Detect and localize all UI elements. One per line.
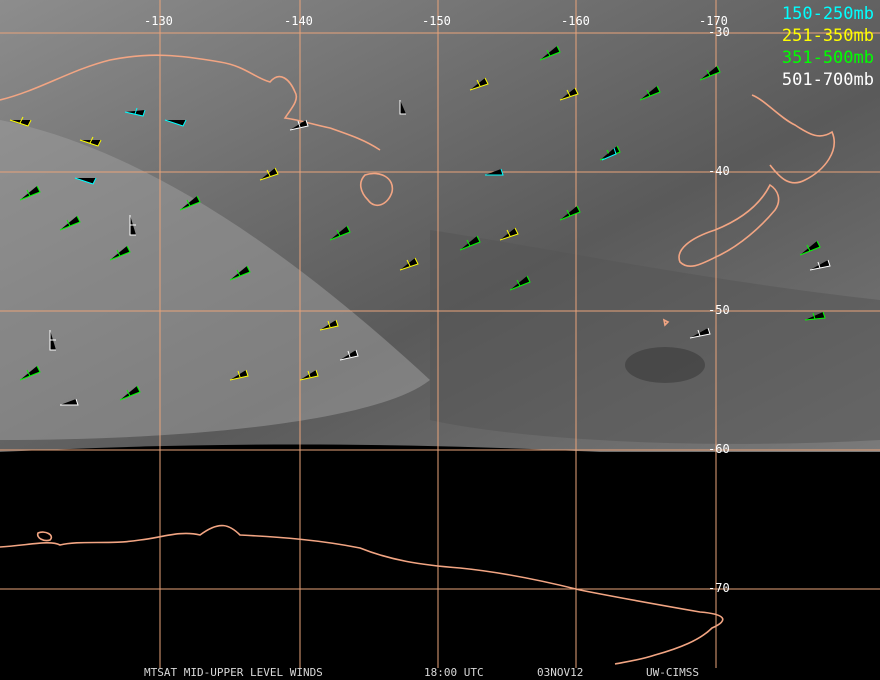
space-region: [0, 444, 880, 680]
lat-label: -40: [708, 164, 730, 178]
legend-item-501-700mb: 501-700mb: [781, 70, 874, 90]
legend-item-351-500mb: 351-500mb: [781, 48, 874, 68]
lon-label: -150: [422, 14, 451, 28]
imagery-canvas: [0, 0, 880, 680]
lat-label: -70: [708, 581, 730, 595]
caption-date: 03NOV12: [537, 666, 584, 679]
caption-source: UW-CIMSS: [646, 666, 699, 679]
caption-product: MTSAT MID-UPPER LEVEL WINDS: [144, 666, 323, 679]
lat-label: -60: [708, 442, 730, 456]
lon-label: -160: [561, 14, 590, 28]
lat-label: -50: [708, 303, 730, 317]
legend-item-150-250mb: 150-250mb: [781, 4, 874, 24]
legend-item-251-350mb: 251-350mb: [781, 26, 874, 46]
satellite-wind-map: -130 -140 -150 -160 -170 -30 -40 -50 -60…: [0, 0, 880, 680]
lon-label: -140: [284, 14, 313, 28]
caption-bar: MTSAT MID-UPPER LEVEL WINDS 18:00 UTC 03…: [0, 666, 880, 680]
low-swirl: [625, 347, 705, 383]
lon-label: -130: [144, 14, 173, 28]
caption-time: 18:00 UTC: [424, 666, 484, 679]
lat-label: -30: [708, 25, 730, 39]
